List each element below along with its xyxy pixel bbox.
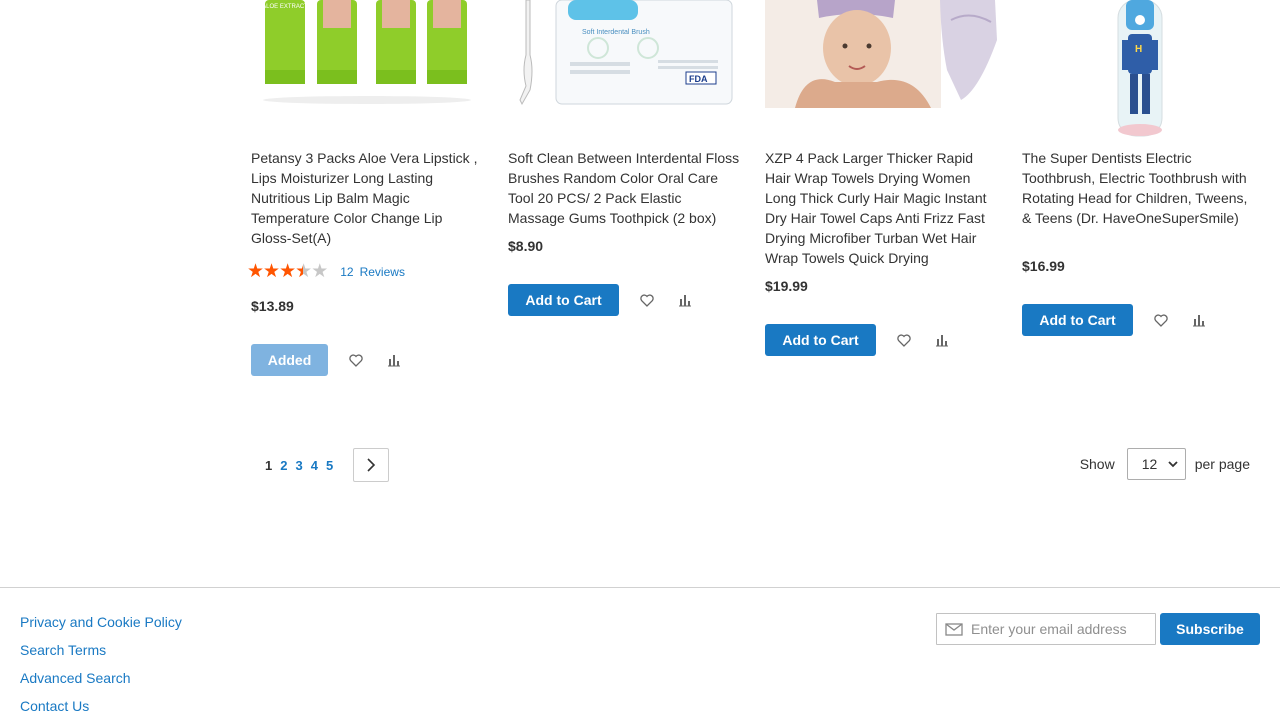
product-item: H The Super Dentists Electric Toothbrush… [1022, 0, 1254, 336]
compare-chart-icon[interactable] [675, 290, 695, 310]
review-count: 12 [340, 265, 354, 279]
per-page-limiter: Show 12 per page [1080, 448, 1250, 480]
pagination: 1 2 3 4 5 [265, 448, 390, 482]
product-price: $16.99 [1022, 258, 1065, 274]
star-half-icon: ★ [295, 261, 312, 282]
star-icon: ★ [279, 261, 296, 282]
product-image[interactable] [765, 0, 997, 140]
product-rating: ★★★★★ 12 Reviews [247, 262, 405, 282]
wishlist-heart-icon[interactable] [346, 350, 366, 370]
star-icon: ★ [263, 261, 280, 282]
product-name[interactable]: The Super Dentists Electric Toothbrush, … [1022, 148, 1254, 228]
reviews-link[interactable]: 12 Reviews [340, 265, 405, 279]
compare-chart-icon[interactable] [932, 330, 952, 350]
newsletter-email-box [936, 613, 1156, 645]
product-grid: ALOE EXTRACT Petansy 3 Packs Aloe Vera L… [247, 0, 1254, 400]
page-link[interactable]: 4 [311, 458, 318, 473]
wishlist-heart-icon[interactable] [1151, 310, 1171, 330]
product-price: $19.99 [765, 278, 808, 294]
product-name[interactable]: Soft Clean Between Interdental Floss Bru… [508, 148, 740, 228]
footer-links: Privacy and Cookie Policy Search Terms A… [20, 612, 182, 720]
product-image[interactable]: Soft Interdental Brush FDA [508, 0, 740, 140]
show-label: Show [1079, 456, 1115, 472]
add-to-cart-button[interactable]: Add to Cart [765, 324, 876, 356]
add-to-cart-button[interactable]: Add to Cart [1022, 304, 1133, 336]
page-link[interactable]: 2 [280, 458, 287, 473]
product-image-label: ALOE EXTRACT [262, 4, 308, 10]
add-to-cart-button[interactable]: Add to Cart [508, 284, 619, 316]
added-button[interactable]: Added [251, 344, 328, 376]
product-item: ALOE EXTRACT Petansy 3 Packs Aloe Vera L… [247, 0, 483, 376]
chevron-down-icon [1168, 461, 1178, 468]
product-price: $8.90 [508, 238, 544, 254]
subscribe-button[interactable]: Subscribe [1160, 613, 1260, 645]
product-actions: Add to Cart [508, 284, 695, 316]
page-link[interactable]: 3 [295, 458, 302, 473]
star-empty-icon: ★ [311, 261, 328, 282]
star-icon: ★ [247, 261, 264, 282]
next-page-button[interactable] [353, 448, 390, 482]
per-page-label: per page [1194, 456, 1250, 472]
page-current: 1 [265, 457, 273, 473]
product-item: XZP 4 Pack Larger Thicker Rapid Hair Wra… [765, 0, 997, 356]
newsletter-form: Subscribe [936, 613, 1260, 645]
footer-link-advanced-search[interactable]: Advanced Search [20, 668, 182, 688]
product-name[interactable]: Petansy 3 Packs Aloe Vera Lipstick , Lip… [251, 148, 483, 248]
per-page-value: 12 [1141, 456, 1158, 472]
wishlist-heart-icon[interactable] [894, 330, 914, 350]
product-image[interactable]: H [1022, 0, 1254, 140]
rating-stars: ★★★★★ [247, 261, 328, 282]
footer-link-search-terms[interactable]: Search Terms [20, 640, 182, 660]
svg-text:H: H [1135, 44, 1142, 55]
wishlist-heart-icon[interactable] [637, 290, 657, 310]
footer-link-contact[interactable]: Contact Us [20, 696, 182, 716]
product-image-label: Soft Interdental Brush [582, 29, 650, 36]
product-actions: Add to Cart [1022, 304, 1209, 336]
product-image[interactable]: ALOE EXTRACT [251, 0, 483, 140]
product-price: $13.89 [251, 298, 294, 314]
footer-link-privacy[interactable]: Privacy and Cookie Policy [20, 612, 182, 632]
chevron-right-icon [367, 458, 376, 472]
product-actions: Add to Cart [765, 324, 952, 356]
product-item: Soft Interdental Brush FDA Soft Clean Be… [508, 0, 740, 316]
review-label: Reviews [359, 265, 405, 279]
footer-divider [0, 587, 1280, 588]
per-page-select[interactable]: 12 [1126, 448, 1186, 480]
compare-chart-icon[interactable] [1189, 310, 1209, 330]
newsletter-email-input[interactable] [971, 621, 1151, 637]
envelope-icon [945, 622, 963, 636]
page-link[interactable]: 5 [326, 458, 333, 473]
product-actions: Added [251, 344, 404, 376]
svg-text:FDA: FDA [689, 74, 708, 84]
compare-chart-icon[interactable] [384, 350, 404, 370]
product-name[interactable]: XZP 4 Pack Larger Thicker Rapid Hair Wra… [765, 148, 997, 268]
